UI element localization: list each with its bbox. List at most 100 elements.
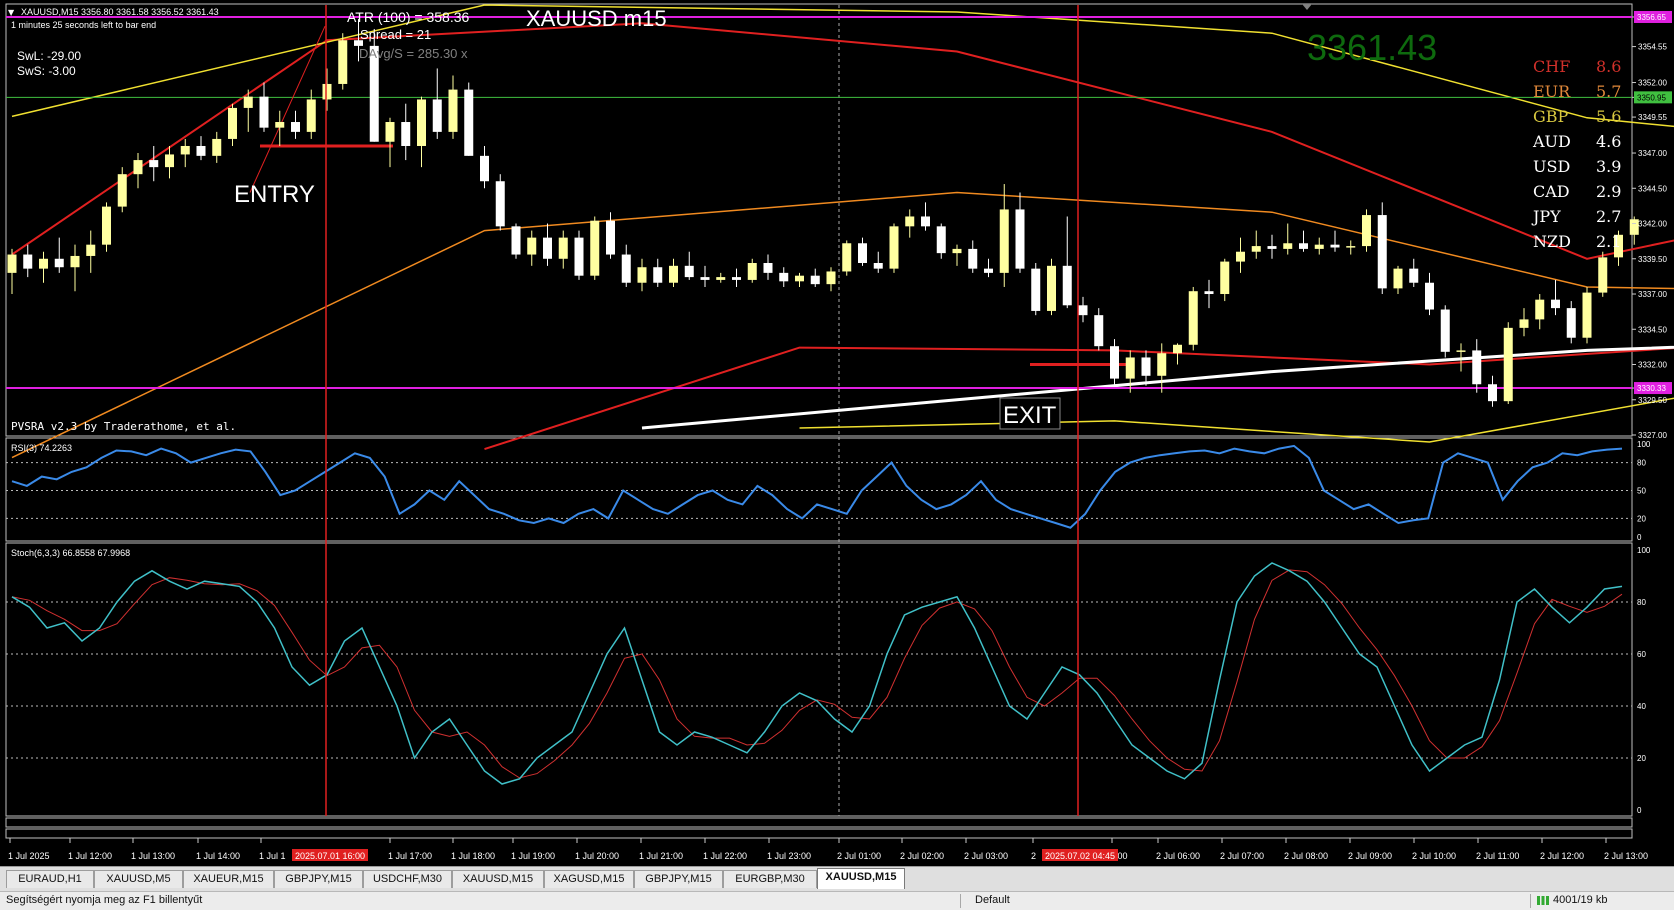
candle-body — [496, 181, 505, 226]
candle-body — [1079, 305, 1088, 315]
candle-body — [55, 259, 64, 267]
candle-body — [638, 267, 647, 283]
candle-body — [622, 255, 631, 283]
strength-currency: NZD — [1533, 232, 1571, 251]
chart-tab[interactable]: GBPJPY,M15 — [634, 870, 723, 888]
moving-averages — [12, 5, 1674, 458]
candle-body — [575, 238, 584, 276]
candle-body — [102, 207, 111, 245]
candle-body — [1394, 269, 1403, 289]
atr-value: ATR (100) = 358.36 — [347, 9, 470, 25]
price-tick-label: 3342.00 — [1638, 220, 1667, 229]
candle-body — [181, 146, 190, 154]
candle-body — [1252, 246, 1261, 252]
candle-body — [1315, 245, 1324, 249]
strength-currency: AUD — [1532, 132, 1571, 151]
strength-currency: CHF — [1533, 57, 1570, 76]
strength-currency: USD — [1533, 157, 1570, 176]
candle-body — [811, 276, 820, 284]
price-tick-label: 3354.55 — [1638, 43, 1667, 52]
exit-label: EXIT — [1003, 402, 1057, 429]
rsi-axis-label: 20 — [1637, 514, 1646, 523]
price-tick-label: 3347.00 — [1638, 149, 1667, 158]
time-tick-label: 2 Jul 10:00 — [1412, 851, 1456, 861]
chart-tab[interactable]: XAUUSD,M15 — [452, 870, 544, 888]
candle-body — [401, 122, 410, 146]
candle-body — [1220, 262, 1229, 294]
candle-body — [1583, 293, 1592, 338]
chart-tab[interactable]: EURAUD,H1 — [6, 870, 94, 888]
time-tick-label: 2 — [1031, 851, 1036, 861]
candle-body — [1157, 353, 1166, 376]
chart-canvas[interactable]: 3356.653354.553352.003350.953349.553347.… — [0, 0, 1674, 866]
candle-body — [748, 263, 757, 280]
stoch-axis-label: 60 — [1637, 650, 1646, 659]
scroll-marker-icon[interactable] — [1302, 4, 1312, 10]
chart-tab[interactable]: XAGUSD,M15 — [544, 870, 634, 888]
chart-tab[interactable]: XAUUSD,M15 — [817, 868, 905, 889]
candle-body — [1488, 384, 1497, 401]
stoch-axis-label: 20 — [1637, 754, 1646, 763]
strength-value: 4.6 — [1596, 132, 1621, 151]
time-tick-label: 2 Jul 09:00 — [1348, 851, 1392, 861]
candle-body — [1000, 209, 1009, 272]
chart-tab[interactable]: USDCHF,M30 — [363, 870, 452, 888]
strength-currency: CAD — [1533, 182, 1570, 201]
chart-tab[interactable]: GBPJPY,M15 — [274, 870, 363, 888]
candle-body — [244, 97, 253, 108]
collapse-arrow-icon[interactable]: ▼ — [8, 8, 15, 17]
candle-body — [1425, 283, 1434, 310]
swl-value: SwL: -29.00 — [17, 49, 81, 63]
candle-body — [1378, 215, 1387, 288]
strength-value: 2.1 — [1596, 232, 1621, 251]
candle-body — [1047, 266, 1056, 311]
currency-strength-table: CHF8.6EUR5.7GBP5.6AUD4.6USD3.9CAD2.9JPY2… — [1531, 57, 1621, 251]
candle-body — [1362, 215, 1371, 246]
time-tick-label: 1 Jul 12:00 — [68, 851, 112, 861]
status-help-text: Segítségért nyomja meg az F1 billentyűt — [6, 894, 202, 906]
candle-body — [71, 256, 80, 267]
chart-tab[interactable]: EURGBP,M30 — [723, 870, 817, 888]
candle-body — [1283, 243, 1292, 249]
strength-value: 5.7 — [1596, 82, 1621, 101]
stoch-axis-label: 100 — [1637, 546, 1651, 555]
bar-timer: 1 minutes 25 seconds left to bar end — [11, 20, 156, 30]
time-badge-label: 2025.07.02 04:45 — [1045, 851, 1115, 861]
status-bar: Segítségért nyomja meg az F1 billentyűt … — [0, 891, 1674, 910]
rsi-axis-label: 50 — [1637, 487, 1646, 496]
strength-value: 3.9 — [1596, 157, 1621, 176]
price-badge-label: 3350.95 — [1637, 93, 1666, 102]
price-tick-label: 3349.55 — [1638, 113, 1667, 122]
strength-value: 2.9 — [1596, 182, 1621, 201]
candle-body — [8, 255, 17, 273]
time-tick-label: 1 Jul 22:00 — [703, 851, 747, 861]
sws-value: SwS: -3.00 — [17, 64, 76, 78]
candle-body — [165, 154, 174, 167]
time-tick-label: 2 Jul 02:00 — [900, 851, 944, 861]
empty-indicator-panel-1 — [6, 818, 1632, 827]
candle-body — [795, 276, 804, 282]
rsi-label: RSI(3) 74.2263 — [11, 443, 72, 453]
candle-body — [275, 122, 284, 128]
spread-value: Spread = 21 — [360, 27, 431, 42]
time-tick-label: 2 Jul 03:00 — [964, 851, 1008, 861]
rsi-axis-label: 0 — [1637, 533, 1642, 542]
price-tick-label: 3329.50 — [1638, 396, 1667, 405]
candle-body — [653, 267, 662, 283]
price-tick-label: 3327.00 — [1638, 431, 1667, 440]
strength-currency: JPY — [1531, 207, 1561, 226]
candle-body — [39, 259, 48, 269]
candle-body — [1520, 319, 1529, 327]
chart-tab[interactable]: XAUUSD,M5 — [94, 870, 183, 888]
stoch-main-line — [12, 563, 1622, 784]
time-tick-label: 1 Jul 21:00 — [639, 851, 683, 861]
candle-body — [842, 243, 851, 271]
price-tick-label: 3337.00 — [1638, 290, 1667, 299]
candle-body — [1189, 291, 1198, 345]
chart-tab[interactable]: XAUEUR,M15 — [183, 870, 274, 888]
candle-body — [1016, 209, 1025, 268]
candle-body — [260, 97, 269, 128]
candle-body — [1110, 346, 1119, 378]
time-tick-label: 2 Jul 11:00 — [1476, 851, 1519, 861]
rsi-line — [12, 446, 1622, 528]
